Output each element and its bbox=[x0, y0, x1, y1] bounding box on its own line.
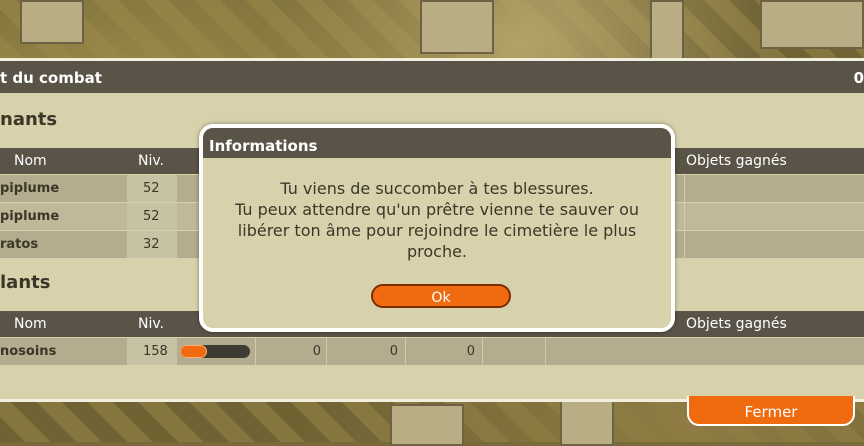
objects-cell bbox=[684, 175, 685, 202]
column-name: Nom bbox=[14, 153, 47, 169]
fighter-name: piplume bbox=[0, 181, 60, 196]
dialog-message-line: proche. bbox=[406, 242, 468, 261]
column-level: Niv. bbox=[138, 316, 165, 332]
xp-progress-bar bbox=[180, 345, 250, 358]
objects-cell bbox=[684, 231, 685, 258]
scenery-stone bbox=[390, 404, 464, 446]
fighter-level: 158 bbox=[127, 338, 177, 365]
dialog-message-line: Tu viens de succomber à tes blessures. bbox=[280, 179, 594, 198]
fighter-name: nosoins bbox=[0, 344, 57, 359]
fighter-level: 52 bbox=[127, 203, 177, 230]
dialog-message-line: libérer ton âme pour rejoindre le cimeti… bbox=[237, 221, 637, 240]
losers-section-title: lants bbox=[0, 272, 51, 293]
dialog-message: Tu viens de succomber à tes blessures. T… bbox=[203, 178, 671, 262]
column-level: Niv. bbox=[138, 153, 165, 169]
fighter-level: 32 bbox=[127, 231, 177, 258]
fighter-name: piplume bbox=[0, 209, 60, 224]
information-dialog: Informations Tu viens de succomber à tes… bbox=[199, 124, 675, 332]
column-objects: Objets gagnés bbox=[686, 316, 787, 332]
winners-section-title: nants bbox=[0, 109, 58, 130]
column-objects: Objets gagnés bbox=[686, 153, 787, 169]
scenery-stone bbox=[420, 0, 494, 54]
fighter-level: 52 bbox=[127, 175, 177, 202]
value-cell: 0 bbox=[466, 344, 475, 359]
fighter-name: ratos bbox=[0, 237, 39, 252]
value-cell: 0 bbox=[389, 344, 398, 359]
scenery-stone bbox=[20, 0, 84, 44]
value-cell: 0 bbox=[312, 344, 321, 359]
table-row[interactable]: nosoins 158 0 0 0 bbox=[0, 338, 864, 366]
objects-cell bbox=[684, 203, 685, 230]
dialog-title: Informations bbox=[203, 128, 671, 158]
ok-button[interactable]: Ok bbox=[371, 284, 511, 308]
dialog-message-line: Tu peux attendre qu'un prêtre vienne te … bbox=[235, 200, 639, 219]
panel-title-bar: t du combat 0 bbox=[0, 61, 864, 93]
scenery-stone bbox=[760, 0, 864, 49]
panel-title: t du combat bbox=[0, 69, 102, 87]
column-name: Nom bbox=[14, 316, 47, 332]
xp-progress-fill bbox=[180, 345, 207, 358]
panel-title-right: 0 bbox=[853, 69, 864, 87]
close-button[interactable]: Fermer bbox=[687, 396, 855, 426]
value-cell-border bbox=[545, 338, 547, 365]
scenery-pillar bbox=[650, 0, 684, 62]
value-cell-border bbox=[482, 338, 545, 365]
scenery-stone bbox=[560, 400, 614, 446]
